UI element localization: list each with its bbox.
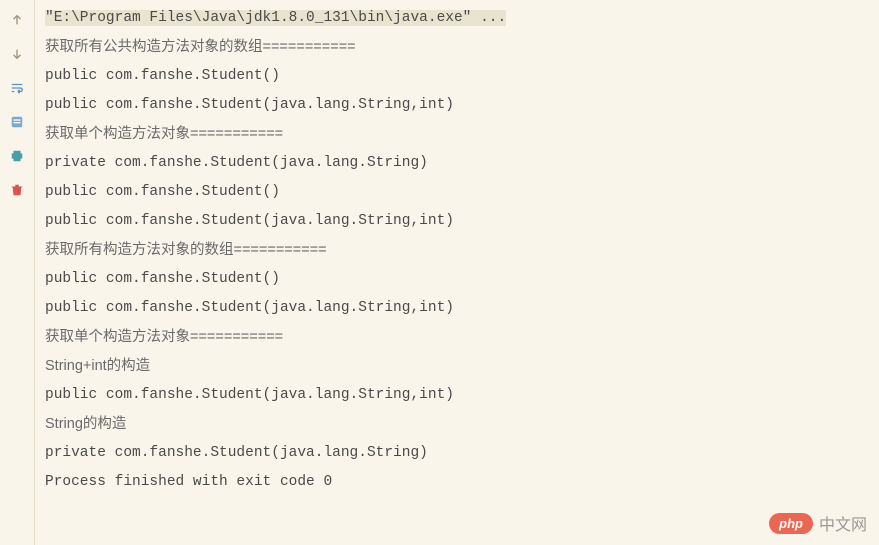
watermark-text: 中文网 [819,511,867,535]
output-line: private com.fanshe.Student(java.lang.Str… [45,439,869,468]
output-line: 获取单个构造方法对象=========== [45,323,869,352]
watermark-badge: php [769,513,813,534]
console-output[interactable]: "E:\Program Files\Java\jdk1.8.0_131\bin\… [35,0,879,545]
output-line: String+int的构造 [45,352,869,381]
command-line: "E:\Program Files\Java\jdk1.8.0_131\bin\… [45,4,869,33]
output-line: Process finished with exit code 0 [45,468,869,497]
scroll-to-end-icon[interactable] [9,114,25,130]
output-line: public com.fanshe.Student() [45,178,869,207]
console-panel: "E:\Program Files\Java\jdk1.8.0_131\bin\… [0,0,879,545]
output-line: 获取所有构造方法对象的数组=========== [45,236,869,265]
output-line: String的构造 [45,410,869,439]
output-line: 获取所有公共构造方法对象的数组=========== [45,33,869,62]
output-line: private com.fanshe.Student(java.lang.Str… [45,149,869,178]
print-icon[interactable] [9,148,25,164]
arrow-up-icon[interactable] [9,12,25,28]
trash-icon[interactable] [9,182,25,198]
soft-wrap-icon[interactable] [9,80,25,96]
arrow-down-icon[interactable] [9,46,25,62]
output-line: public com.fanshe.Student(java.lang.Stri… [45,294,869,323]
output-line: 获取单个构造方法对象=========== [45,120,869,149]
output-line: public com.fanshe.Student() [45,62,869,91]
watermark: php 中文网 [769,511,867,535]
output-line: public com.fanshe.Student(java.lang.Stri… [45,91,869,120]
console-gutter [0,0,35,545]
output-line: public com.fanshe.Student() [45,265,869,294]
output-line: public com.fanshe.Student(java.lang.Stri… [45,381,869,410]
output-line: public com.fanshe.Student(java.lang.Stri… [45,207,869,236]
